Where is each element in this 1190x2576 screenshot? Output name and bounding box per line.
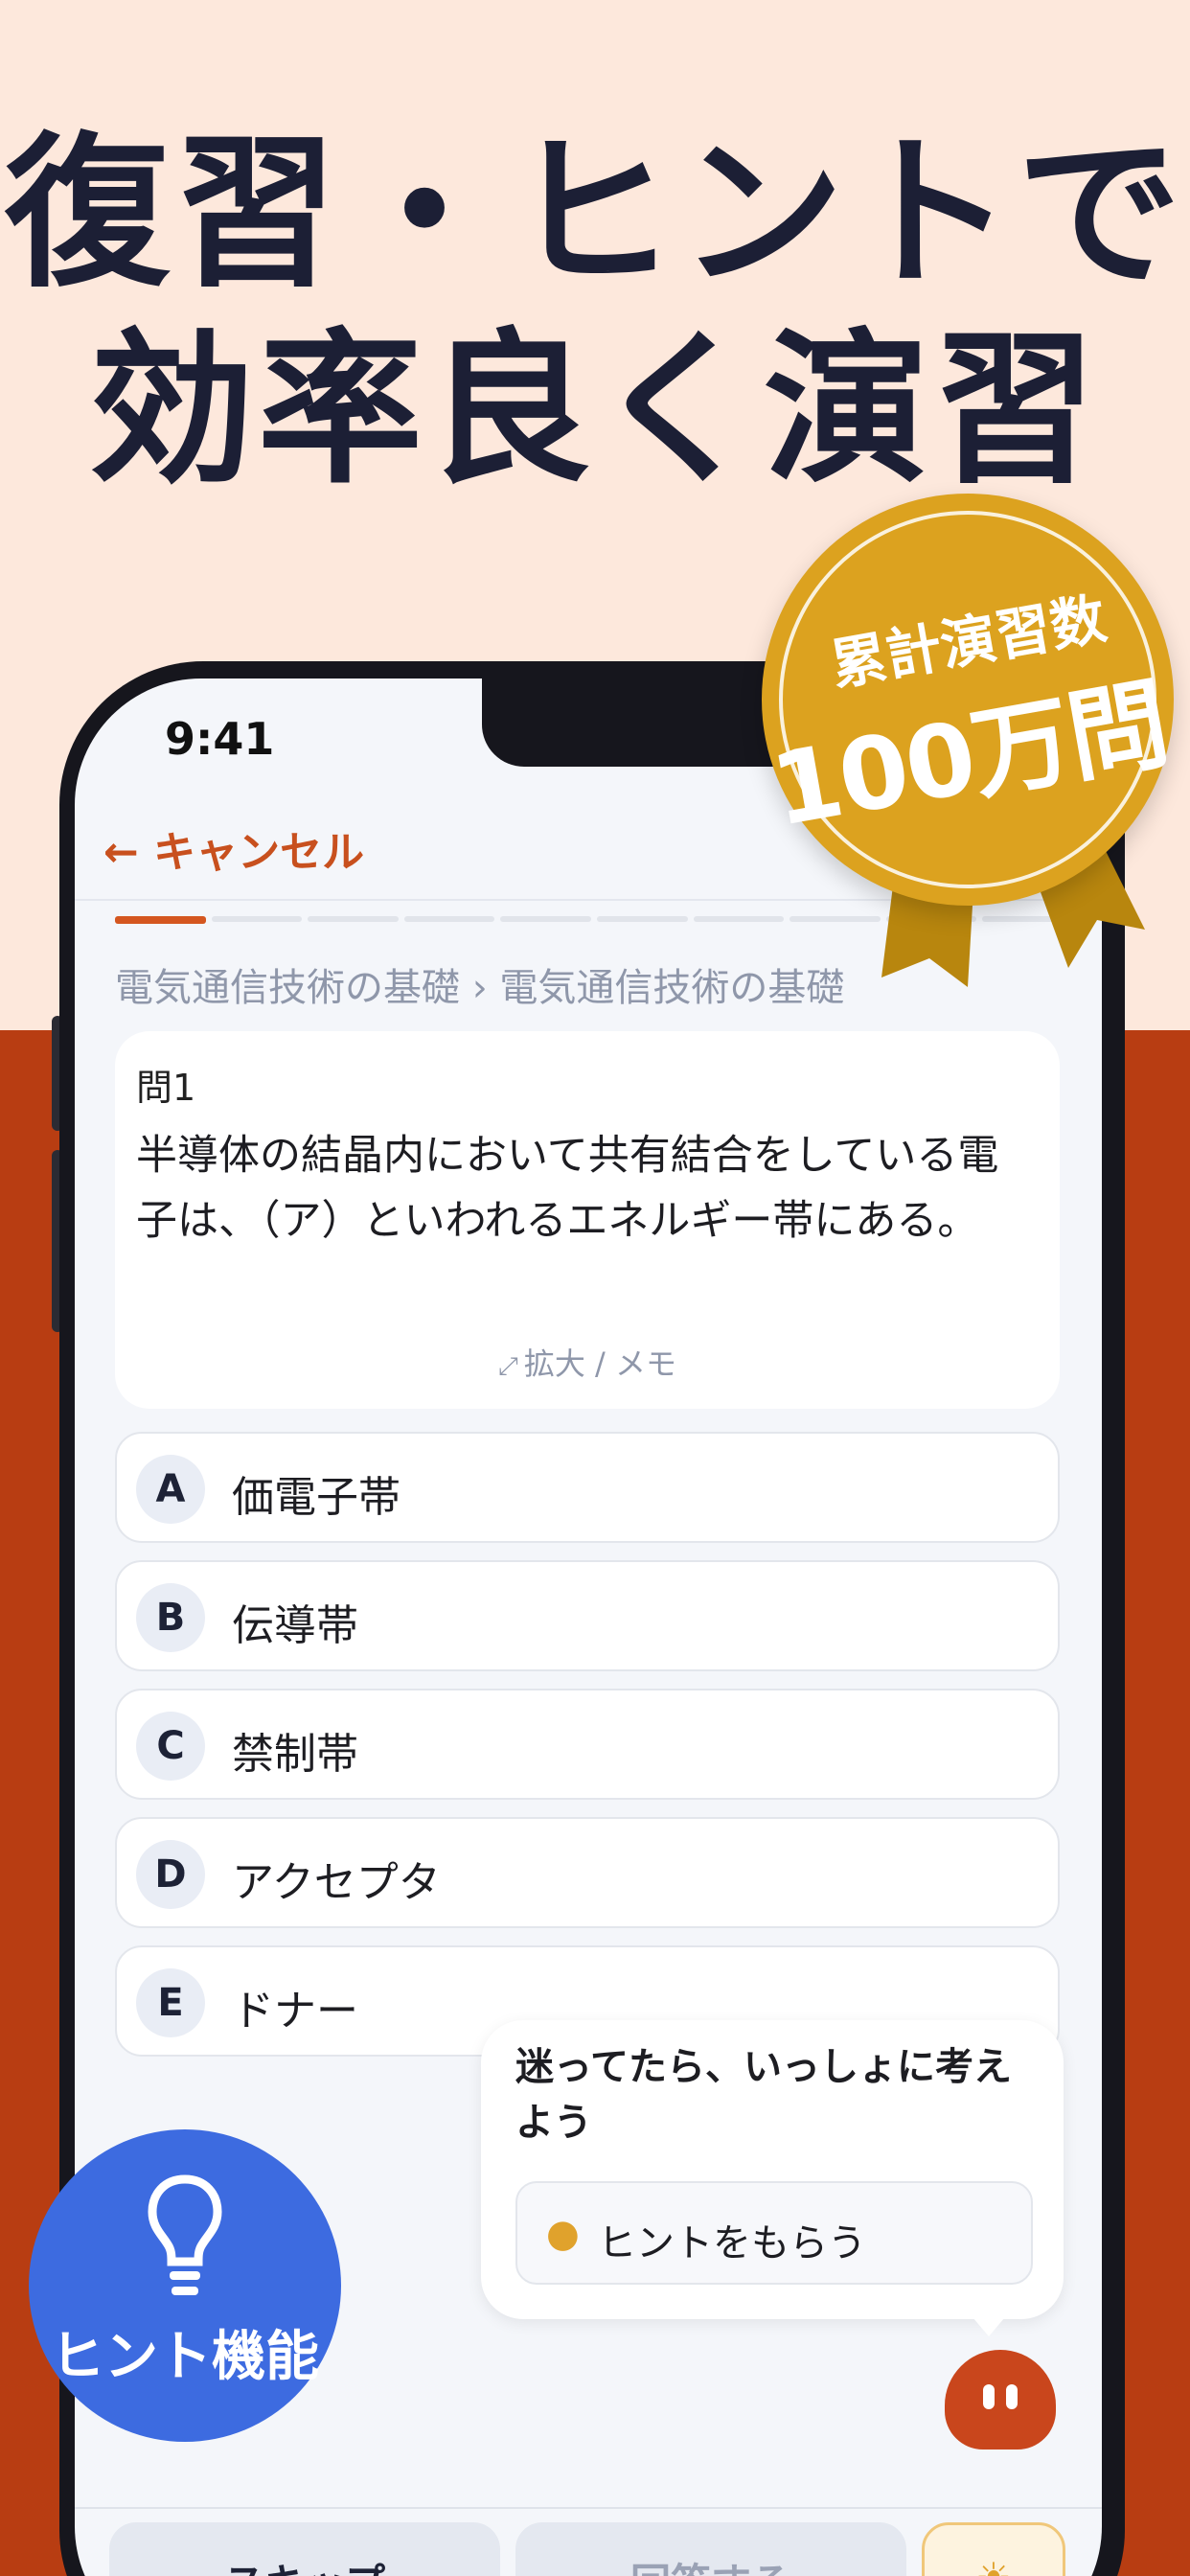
mascot-icon[interactable] <box>945 2350 1056 2450</box>
lightbulb-icon <box>148 2174 222 2295</box>
footer-divider <box>75 2507 1102 2509</box>
option-text: 禁制帯 <box>232 1730 358 1779</box>
progress-segment <box>308 916 399 922</box>
hint-feature-label: ヒント機能 <box>51 2326 319 2388</box>
progress-segment <box>693 916 785 922</box>
achievement-medal: 累計演習数 100万問 <box>762 494 1176 906</box>
progress-segment <box>115 916 206 924</box>
answer-label: 回答する <box>515 2551 906 2576</box>
expand-memo-label: 拡大 / メモ <box>523 1346 676 1382</box>
answer-option-c[interactable]: C 禁制帯 <box>115 1689 1060 1800</box>
option-text: ドナー <box>232 1987 358 2036</box>
get-hint-label: ヒントをもらう <box>598 2221 866 2266</box>
cancel-button[interactable]: ← キャンセル <box>103 817 364 879</box>
answer-option-b[interactable]: B 伝導帯 <box>115 1560 1060 1671</box>
mascot-eye <box>983 2384 995 2409</box>
option-text: 価電子帯 <box>232 1473 400 1522</box>
option-letter: A <box>136 1455 205 1524</box>
hint-footer-button[interactable]: ☀ <box>922 2522 1065 2576</box>
mascot-eye <box>1006 2384 1018 2409</box>
expand-icon: ⤢ <box>498 1352 518 1381</box>
answer-option-d[interactable]: D アクセプタ <box>115 1817 1060 1928</box>
get-hint-button[interactable]: ● ヒントをもらう <box>515 2181 1033 2285</box>
option-letter: D <box>136 1840 205 1909</box>
answer-option-a[interactable]: A 価電子帯 <box>115 1432 1060 1543</box>
skip-label: スキップ <box>109 2551 500 2576</box>
hint-bubble-tail <box>968 2312 1010 2336</box>
option-letter: E <box>136 1968 205 2037</box>
status-time: 9:41 <box>165 713 275 765</box>
option-text: 伝導帯 <box>232 1601 358 1650</box>
promo-headline: 復習・ヒントで 効率良く演習 <box>0 115 1190 508</box>
option-letter: B <box>136 1583 205 1652</box>
progress-segment <box>211 916 303 922</box>
progress-segment <box>596 916 688 922</box>
progress-segment <box>403 916 495 922</box>
option-text: アクセプタ <box>232 1858 441 1907</box>
lightbulb-icon: ☀ <box>925 2554 1063 2576</box>
breadcrumb: 電気通信技術の基礎 › 電気通信技術の基礎 <box>115 966 845 1010</box>
skip-button[interactable]: スキップ <box>109 2522 500 2576</box>
lightbulb-icon: ● <box>546 2212 580 2256</box>
question-text: 半導体の結晶内において共有結合をしている電子は、（ア）といわれるエネルギー帯にあ… <box>136 1132 999 1245</box>
answer-button[interactable]: 回答する <box>515 2522 906 2576</box>
headline-line-1: 復習・ヒントで <box>5 117 1185 310</box>
expand-memo-button[interactable]: ⤢ 拡大 / メモ <box>115 1340 1060 1384</box>
question-card: 問1 半導体の結晶内において共有結合をしている電子は、（ア）といわれるエネルギー… <box>115 1031 1060 1409</box>
question-number: 問1 <box>136 1067 196 1109</box>
option-letter: C <box>136 1712 205 1781</box>
headline-line-2: 効率良く演習 <box>89 313 1101 506</box>
hint-feature-badge: ヒント機能 <box>29 2129 341 2442</box>
hint-bubble-title: 迷ってたら、いっしょに考えよう <box>515 2045 1012 2145</box>
hint-bubble: 迷ってたら、いっしょに考えよう ● ヒントをもらう <box>481 2020 1064 2319</box>
progress-segment <box>500 916 591 922</box>
